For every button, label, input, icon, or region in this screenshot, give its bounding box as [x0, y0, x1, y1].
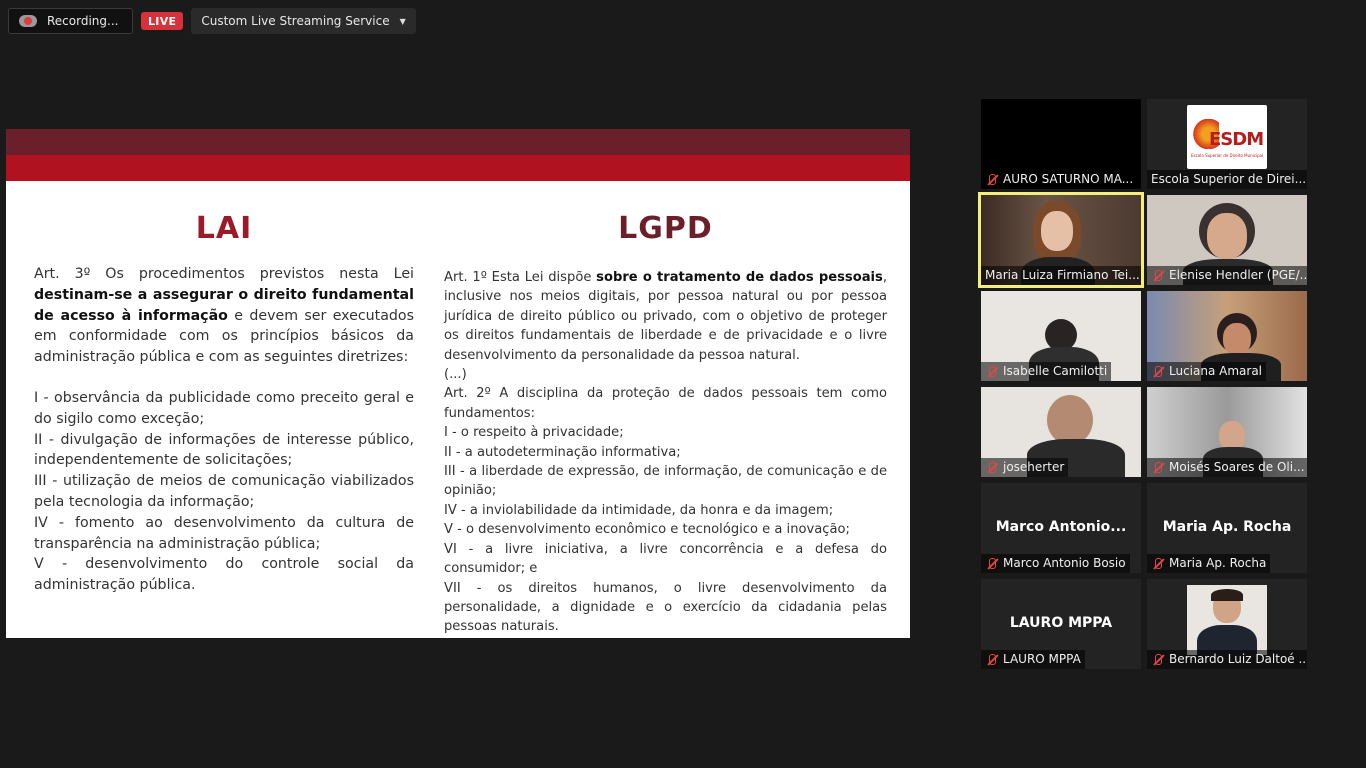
- mic-muted-icon: [1151, 557, 1165, 571]
- cloud-recording-icon: [19, 15, 37, 27]
- participant-name: Isabelle Camilotti: [981, 362, 1112, 381]
- lai-item: III - utilização de meios de comunicação…: [34, 473, 414, 510]
- participant-name: Bernardo Luiz Daltoé ...: [1147, 650, 1307, 669]
- lgpd-art2: Art. 2º A disciplina da proteção de dado…: [444, 386, 887, 421]
- lgpd-item: III - a liberdade de expressão, de infor…: [444, 464, 887, 499]
- participant-tile[interactable]: Luciana Amaral: [1147, 291, 1307, 381]
- mic-muted-icon: [985, 365, 999, 379]
- participant-name: Maria Ap. Rocha: [1147, 554, 1271, 573]
- streaming-service-label: Custom Live Streaming Service: [201, 14, 390, 28]
- participant-name: Moisés Soares de Oli...: [1147, 458, 1307, 477]
- lai-item: I - observância da publicidade como prec…: [34, 389, 414, 427]
- lgpd-item: I - o respeito à privacidade;: [444, 425, 624, 441]
- participant-tile[interactable]: ESDM Escola Superior de Direito Municipa…: [1147, 99, 1307, 189]
- caret-down-icon: ▼: [399, 16, 406, 26]
- lai-title: LAI: [195, 211, 253, 246]
- lai-item: II - divulgação de informações de intere…: [34, 431, 414, 469]
- lgpd-column: LGPD Art. 1º Esta Lei dispõe sobre o tra…: [444, 211, 887, 637]
- mic-muted-icon: [1151, 269, 1165, 283]
- participant-name: LAURO MPPA: [981, 650, 1085, 669]
- participant-video-hair: [1047, 395, 1093, 445]
- participant-tile[interactable]: joseherter: [981, 387, 1141, 477]
- esdm-logo: ESDM Escola Superior de Direito Municipa…: [1187, 105, 1267, 169]
- participant-tile[interactable]: Isabelle Camilotti: [981, 291, 1141, 381]
- recording-indicator[interactable]: Recording...: [8, 8, 133, 34]
- participant-tile[interactable]: Moisés Soares de Oli...: [1147, 387, 1307, 477]
- lgpd-ellipsis: (...): [444, 367, 467, 383]
- meeting-topbar: Recording... LIVE Custom Live Streaming …: [8, 8, 416, 34]
- participant-display-name: Maria Ap. Rocha: [1162, 519, 1292, 535]
- lgpd-item: VII - os direitos humanos, o livre desen…: [444, 580, 887, 635]
- lai-art3: Art. 3º Os procedimentos previstos nesta…: [34, 266, 414, 366]
- slide-header-band-dark: [6, 129, 910, 155]
- lgpd-item: VI - a livre iniciativa, a livre concorr…: [444, 541, 887, 577]
- participant-name: Luciana Amaral: [1147, 362, 1267, 381]
- mic-muted-icon: [1151, 365, 1165, 379]
- lgpd-item: IV - a inviolabilidade da intimidade, da…: [444, 502, 834, 518]
- participant-tile[interactable]: Bernardo Luiz Daltoé ...: [1147, 579, 1307, 669]
- recording-label: Recording...: [47, 14, 119, 28]
- participant-name: Marco Antonio Bosio: [981, 554, 1130, 573]
- participant-video-face: [1223, 323, 1251, 355]
- participant-name: Maria Luiza Firmiano Tei...: [981, 266, 1141, 285]
- participant-display-name: LAURO MPPA: [1009, 615, 1113, 631]
- live-badge[interactable]: LIVE: [141, 12, 184, 30]
- participant-name: joseherter: [981, 458, 1069, 477]
- lai-column: LAI Art. 3º Os procedimentos previstos n…: [34, 211, 414, 596]
- participant-tile[interactable]: Maria Ap. Rocha Maria Ap. Rocha: [1147, 483, 1307, 573]
- lgpd-item: II - a autodeterminação informativa;: [444, 444, 681, 460]
- participant-tile-active-speaker[interactable]: Maria Luiza Firmiano Tei...: [978, 192, 1144, 288]
- participant-name: Elenise Hendler (PGE/...: [1147, 266, 1307, 285]
- participant-tile[interactable]: LAURO MPPA LAURO MPPA: [981, 579, 1141, 669]
- participant-tile[interactable]: AURO SATURNO MA...: [981, 99, 1141, 189]
- lgpd-item: V - o desenvolvimento econômico e tecnol…: [444, 522, 850, 538]
- shared-screen-slide: LAI Art. 3º Os procedimentos previstos n…: [6, 129, 910, 638]
- streaming-service-dropdown[interactable]: Custom Live Streaming Service ▼: [191, 8, 416, 34]
- mic-muted-icon: [1151, 653, 1165, 667]
- mic-muted-icon: [985, 653, 999, 667]
- mic-muted-icon: [985, 461, 999, 475]
- participant-name: AURO SATURNO MA...: [981, 170, 1138, 189]
- participant-tile[interactable]: Elenise Hendler (PGE/...: [1147, 195, 1307, 285]
- participant-tile[interactable]: Marco Antonio... Marco Antonio Bosio: [981, 483, 1141, 573]
- participant-video-face: [1207, 213, 1247, 259]
- participant-photo: [1187, 585, 1267, 655]
- lai-item: IV - fomento ao desenvolvimento da cultu…: [34, 514, 414, 552]
- lgpd-art1: Art. 1º Esta Lei dispõe sobre o tratamen…: [444, 270, 887, 363]
- participant-video-face: [1041, 211, 1073, 251]
- mic-muted-icon: [985, 173, 999, 187]
- mic-muted-icon: [1151, 461, 1165, 475]
- slide-header-band-red: [6, 155, 910, 181]
- lgpd-title: LGPD: [618, 211, 713, 246]
- lai-item: V - desenvolvimento do controle social d…: [34, 556, 414, 594]
- participant-display-name: Marco Antonio...: [995, 519, 1127, 535]
- mic-muted-icon: [985, 557, 999, 571]
- participant-name: Escola Superior de Direi...: [1147, 170, 1307, 189]
